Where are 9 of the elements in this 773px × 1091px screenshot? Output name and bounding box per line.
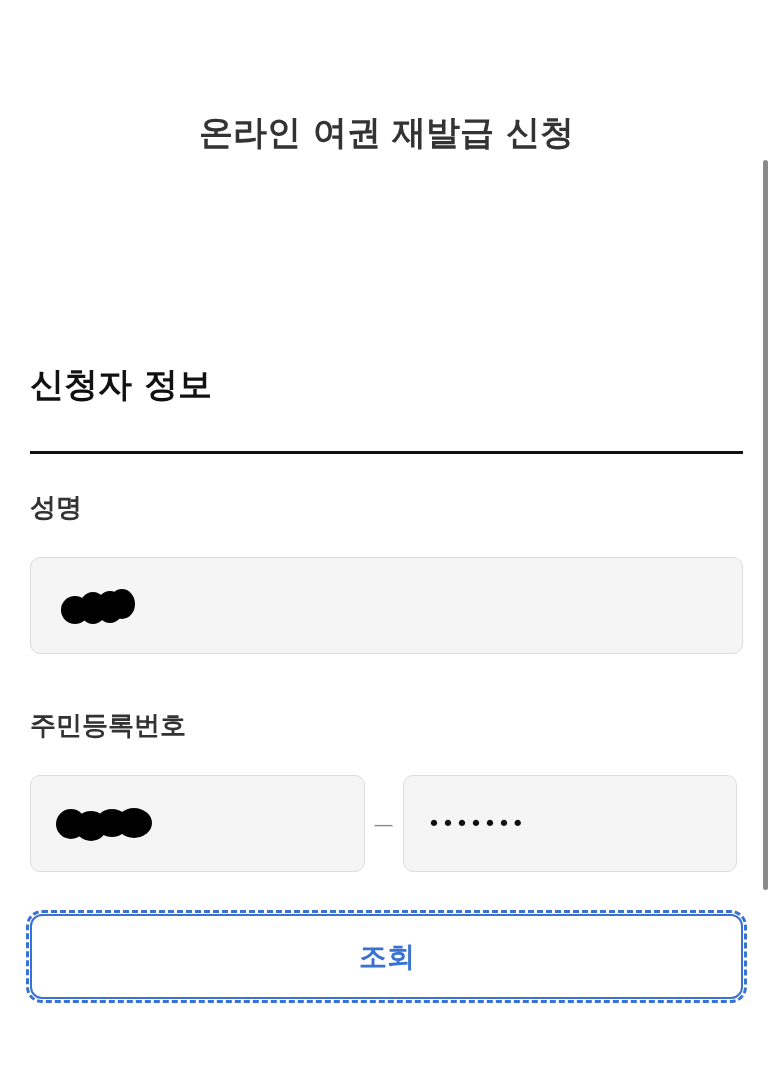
separator-dash: — — [372, 811, 395, 836]
input-field[interactable] — [30, 557, 743, 654]
input-field[interactable]: ••••••• — [402, 775, 737, 872]
section-heading: 신청자 정보 — [30, 364, 212, 405]
field-label: 주민등록번호 — [30, 710, 186, 741]
page-title: 온라인 여권 재발급 신청 — [198, 112, 575, 153]
input-field[interactable] — [30, 775, 365, 872]
field-label: 성명 — [30, 492, 82, 523]
scrollbar-thumb[interactable] — [763, 160, 768, 890]
